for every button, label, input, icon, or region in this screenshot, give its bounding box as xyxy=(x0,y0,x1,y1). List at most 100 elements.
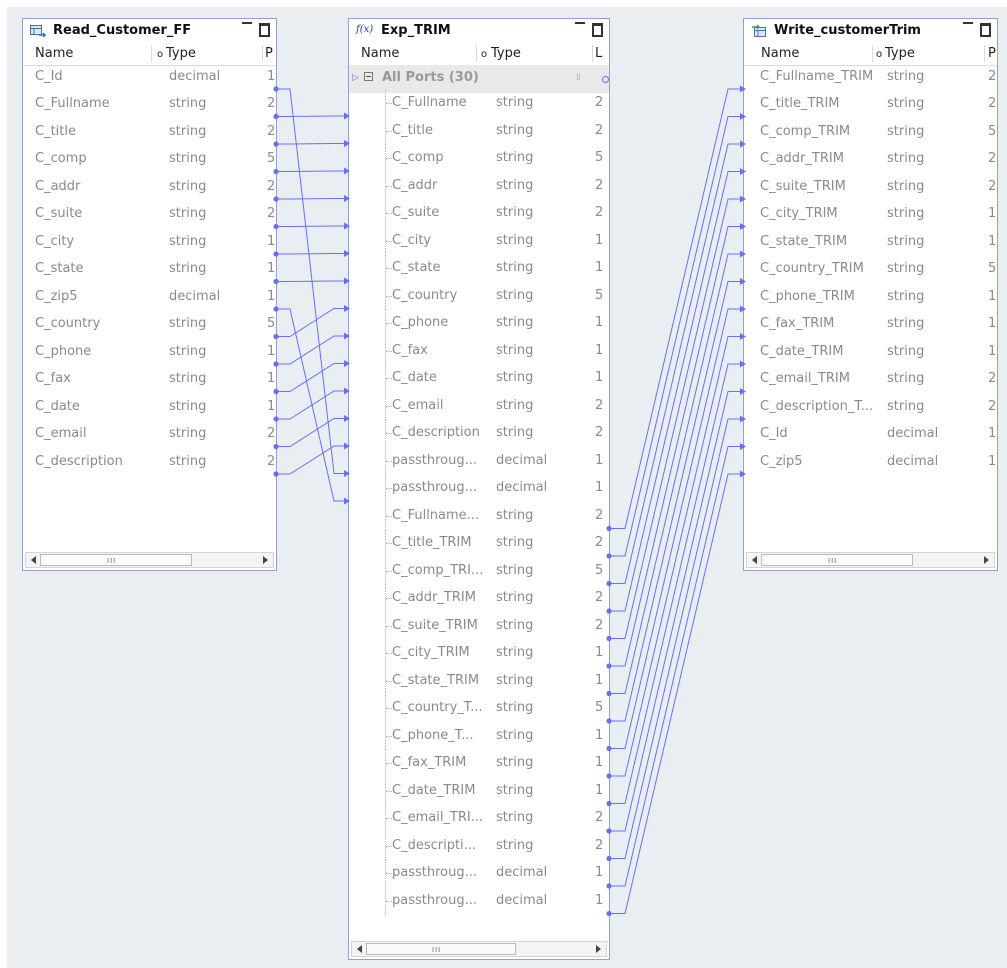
scroll-thumb[interactable]: III xyxy=(40,554,192,566)
scroll-right-icon[interactable] xyxy=(263,556,268,564)
port-row[interactable]: C_email string 2 xyxy=(349,392,609,420)
port-row[interactable]: C_fax_TRIM string 1 xyxy=(349,750,609,777)
port-row[interactable]: C_Id decimal 1 xyxy=(23,64,276,91)
maximize-icon[interactable] xyxy=(259,23,270,37)
scroll-left-icon[interactable] xyxy=(752,556,757,564)
port-row[interactable]: C_suite_TRIM string 2 xyxy=(349,612,609,640)
collapse-arrow-icon[interactable]: ▷ xyxy=(352,73,359,83)
port-row[interactable]: C_city string 1 xyxy=(349,227,609,255)
port-precision: 2 xyxy=(988,178,996,194)
port-row[interactable]: C_zip5 decimal 1 xyxy=(744,449,997,476)
horizontal-scrollbar[interactable]: III xyxy=(746,552,995,568)
port-row[interactable]: C_description string 2 xyxy=(23,449,276,476)
horizontal-scrollbar[interactable]: III xyxy=(25,552,274,568)
port-row[interactable]: C_state_TRIM string 1 xyxy=(744,229,997,256)
column-name-header[interactable]: Name xyxy=(361,46,399,61)
port-row[interactable]: C_date string 1 xyxy=(23,394,276,421)
drag-handle-icon[interactable]: ⁞⁞ xyxy=(576,73,581,83)
minimize-icon[interactable] xyxy=(575,22,585,24)
port-row[interactable]: C_addr string 2 xyxy=(23,174,276,201)
port-row[interactable]: C_description string 2 xyxy=(349,420,609,447)
port-row[interactable]: C_date_TRIM string 1 xyxy=(744,339,997,366)
port-row[interactable]: C_phone_T... string 1 xyxy=(349,722,609,750)
port-row[interactable]: passthroug... decimal 1 xyxy=(349,860,609,887)
column-type-header[interactable]: Type xyxy=(885,46,915,61)
port-row[interactable]: C_city_TRIM string 1 xyxy=(349,640,609,667)
object-title-bar[interactable]: Write_customerTrim xyxy=(744,19,997,44)
port-row[interactable]: C_email_TRIM string 2 xyxy=(744,366,997,393)
port-name: C_Id xyxy=(35,68,63,84)
port-row[interactable]: C_date string 1 xyxy=(349,365,609,392)
port-row[interactable]: C_Fullname string 2 xyxy=(349,90,609,117)
scroll-thumb[interactable]: III xyxy=(761,554,913,566)
port-row[interactable]: C_country string 5 xyxy=(349,282,609,310)
read-customer-ff-object[interactable]: Read_Customer_FF Name o Type P C_Id decim… xyxy=(22,18,277,571)
column-precision-header[interactable]: P xyxy=(265,46,273,61)
port-row[interactable]: C_comp_TRI... string 5 xyxy=(349,557,609,585)
port-row[interactable]: C_email string 2 xyxy=(23,421,276,448)
port-row[interactable]: C_title string 2 xyxy=(23,119,276,146)
port-row[interactable]: C_comp string 5 xyxy=(23,146,276,173)
column-name-header[interactable]: Name xyxy=(761,46,799,61)
port-row[interactable]: C_country_T... string 5 xyxy=(349,695,609,722)
port-row[interactable]: C_email_TRI... string 2 xyxy=(349,805,609,832)
maximize-icon[interactable] xyxy=(980,23,991,37)
maximize-icon[interactable] xyxy=(592,23,603,37)
port-row[interactable]: C_country string 5 xyxy=(23,311,276,338)
group-port-icon[interactable] xyxy=(602,76,609,83)
port-row[interactable]: C_descripti... string 2 xyxy=(349,832,609,860)
port-row[interactable]: C_fax string 1 xyxy=(23,366,276,393)
column-type-header[interactable]: Type xyxy=(166,46,196,61)
port-row[interactable]: C_phone string 1 xyxy=(349,310,609,337)
port-row[interactable]: C_addr_TRIM string 2 xyxy=(349,585,609,612)
port-row[interactable]: C_suite string 2 xyxy=(349,200,609,227)
port-row[interactable]: C_phone_TRIM string 1 xyxy=(744,284,997,311)
port-row[interactable]: C_title_TRIM string 2 xyxy=(349,530,609,557)
scroll-right-icon[interactable] xyxy=(984,556,989,564)
scroll-left-icon[interactable] xyxy=(31,556,36,564)
port-row[interactable]: passthroug... decimal 1 xyxy=(349,475,609,502)
column-precision-header[interactable]: P xyxy=(988,46,996,61)
scroll-right-icon[interactable] xyxy=(596,945,601,953)
port-row[interactable]: C_suite_TRIM string 2 xyxy=(744,174,997,201)
port-row[interactable]: C_fax string 1 xyxy=(349,337,609,365)
port-row[interactable]: C_date_TRIM string 1 xyxy=(349,777,609,805)
minimize-icon[interactable] xyxy=(963,22,973,24)
port-row[interactable]: C_Fullname string 2 xyxy=(23,91,276,118)
port-row[interactable]: C_Fullname_TRIM string 2 xyxy=(744,64,997,91)
column-type-header[interactable]: Type xyxy=(491,46,521,61)
port-row[interactable]: C_city string 1 xyxy=(23,229,276,256)
port-row[interactable]: C_description_T... string 2 xyxy=(744,394,997,421)
port-row[interactable]: C_zip5 decimal 1 xyxy=(23,284,276,311)
port-row[interactable]: C_Fullname... string 2 xyxy=(349,502,609,530)
port-row[interactable]: C_comp_TRIM string 5 xyxy=(744,119,997,146)
scroll-thumb[interactable]: III xyxy=(366,943,516,955)
port-row[interactable]: C_state_TRIM string 1 xyxy=(349,667,609,695)
port-row[interactable]: C_state string 1 xyxy=(23,256,276,283)
port-row[interactable]: C_suite string 2 xyxy=(23,201,276,228)
port-type: string xyxy=(169,371,207,386)
minimize-icon[interactable] xyxy=(242,22,252,24)
write-customertrim-object[interactable]: Write_customerTrim Name o Type P C_Fulln… xyxy=(743,18,998,571)
port-row[interactable]: passthroug... decimal 1 xyxy=(349,887,609,915)
port-row[interactable]: C_title_TRIM string 2 xyxy=(744,91,997,118)
column-name-header[interactable]: Name xyxy=(35,46,73,61)
horizontal-scrollbar[interactable]: III xyxy=(351,941,607,957)
port-row[interactable]: C_country_TRIM string 5 xyxy=(744,256,997,283)
port-row[interactable]: C_fax_TRIM string 1 xyxy=(744,311,997,338)
port-row[interactable]: C_Id decimal 1 xyxy=(744,421,997,448)
object-title-bar[interactable]: Read_Customer_FF xyxy=(23,19,276,44)
all-ports-group[interactable]: ▷ All Ports (30) ⁞⁞ xyxy=(349,65,609,93)
port-row[interactable]: C_comp string 5 xyxy=(349,145,609,172)
port-row[interactable]: C_state string 1 xyxy=(349,255,609,282)
column-length-header[interactable]: L xyxy=(595,46,603,61)
scroll-left-icon[interactable] xyxy=(357,945,362,953)
port-row[interactable]: C_addr_TRIM string 2 xyxy=(744,146,997,173)
port-row[interactable]: C_addr string 2 xyxy=(349,172,609,200)
exp-trim-object[interactable]: f(x) Exp_TRIM Name o Type L ▷ All Ports … xyxy=(348,18,610,960)
port-row[interactable]: C_phone string 1 xyxy=(23,339,276,366)
port-row[interactable]: passthroug... decimal 1 xyxy=(349,447,609,475)
port-row[interactable]: C_title string 2 xyxy=(349,117,609,145)
object-title-bar[interactable]: f(x) Exp_TRIM xyxy=(349,19,609,44)
port-row[interactable]: C_city_TRIM string 1 xyxy=(744,201,997,228)
